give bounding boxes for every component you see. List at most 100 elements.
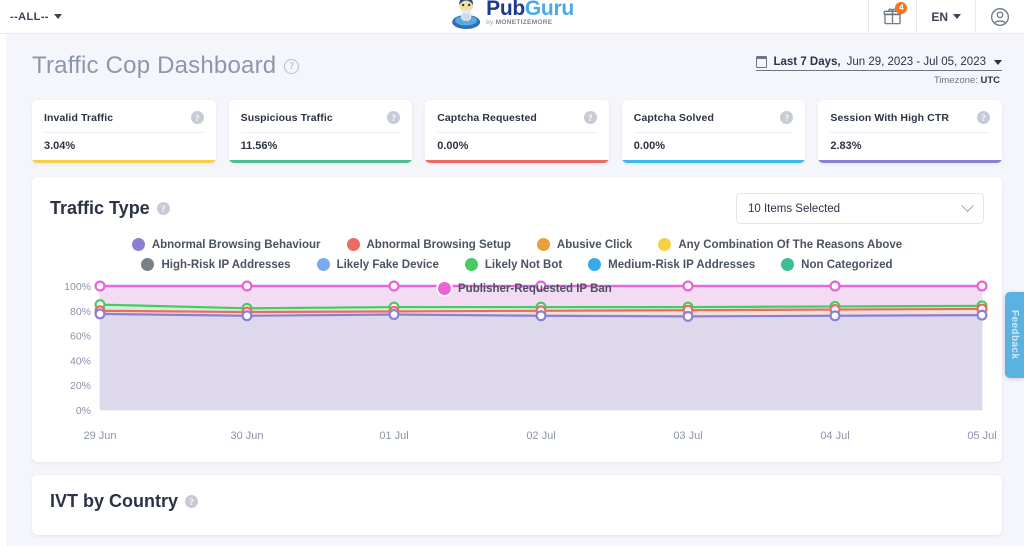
kpi-card-captcha-solved[interactable]: Captcha Solved? 0.00% bbox=[622, 100, 806, 163]
legend-color-dot bbox=[781, 258, 794, 271]
page-scrollbar[interactable] bbox=[0, 34, 6, 546]
kpi-help-icon[interactable]: ? bbox=[780, 111, 793, 124]
chart-legend-row-2: High-Risk IP Addresses Likely Fake Devic… bbox=[50, 258, 984, 271]
brand-title: PubGuru bbox=[486, 0, 574, 19]
legend-label: Abnormal Browsing Behaviour bbox=[152, 239, 321, 251]
legend-item-any-combination-of-the-reasons-above[interactable]: Any Combination Of The Reasons Above bbox=[658, 238, 902, 251]
page-title: Traffic Cop Dashboard ? bbox=[32, 52, 299, 80]
gifts-button[interactable]: 4 bbox=[868, 0, 916, 34]
page-title-help-icon[interactable]: ? bbox=[284, 59, 299, 74]
chart-data-point[interactable] bbox=[978, 311, 987, 320]
chart-data-point[interactable] bbox=[537, 311, 546, 320]
kpi-title: Session With High CTR bbox=[830, 112, 949, 124]
chart-x-tick: 03 Jul bbox=[673, 430, 702, 442]
chart-x-tick: 30 Jun bbox=[230, 430, 263, 442]
chart-y-tick: 40% bbox=[70, 355, 91, 367]
legend-item-abnormal-browsing-setup[interactable]: Abnormal Browsing Setup bbox=[347, 238, 511, 251]
legend-color-dot bbox=[465, 258, 478, 271]
kpi-value: 11.56% bbox=[241, 140, 401, 152]
chart-data-point[interactable] bbox=[684, 312, 693, 321]
kpi-value: 2.83% bbox=[830, 140, 990, 152]
chart-svg: 0%20%40%60%80%100%29 Jun30 Jun01 Jul02 J… bbox=[50, 278, 1000, 446]
divider bbox=[241, 132, 401, 133]
legend-item-non-categorized[interactable]: Non Categorized bbox=[781, 258, 892, 271]
top-bar: --ALL-- PubGuru by MONETIZEMORE bbox=[0, 0, 1024, 34]
ivt-by-country-title-text: IVT by Country bbox=[50, 491, 178, 512]
kpi-accent-bar bbox=[229, 160, 413, 163]
page-title-text: Traffic Cop Dashboard bbox=[32, 52, 276, 80]
chart-y-tick: 0% bbox=[76, 405, 91, 417]
chevron-down-icon bbox=[953, 14, 961, 19]
account-selector-label: --ALL-- bbox=[10, 11, 49, 23]
chevron-down-icon bbox=[994, 60, 1002, 65]
chart-data-point[interactable] bbox=[96, 310, 105, 319]
kpi-card-session-with-high-ctr[interactable]: Session With High CTR? 2.83% bbox=[818, 100, 1002, 163]
legend-label: High-Risk IP Addresses bbox=[161, 259, 290, 271]
chart-legend: Abnormal Browsing Behaviour Abnormal Bro… bbox=[50, 238, 984, 271]
legend-label: Medium-Risk IP Addresses bbox=[608, 259, 755, 271]
legend-color-dot bbox=[317, 258, 330, 271]
legend-item-likely-not-bot[interactable]: Likely Not Bot bbox=[465, 258, 562, 271]
legend-label: Abusive Click bbox=[557, 239, 632, 251]
legend-color-dot bbox=[438, 282, 451, 295]
chart-data-point[interactable] bbox=[831, 282, 840, 291]
kpi-value: 0.00% bbox=[437, 140, 597, 152]
timezone-label: Timezone: bbox=[934, 75, 978, 86]
language-value: EN bbox=[931, 10, 948, 24]
legend-label: Any Combination Of The Reasons Above bbox=[678, 239, 902, 251]
divider bbox=[830, 132, 990, 133]
chart-data-point[interactable] bbox=[96, 282, 105, 291]
feedback-tab[interactable]: Feedback bbox=[1005, 292, 1024, 378]
legend-color-dot bbox=[537, 238, 550, 251]
scrollbar-thumb[interactable] bbox=[1, 279, 5, 359]
legend-item-publisher-requested-ip-ban[interactable]: Publisher-Requested IP Ban bbox=[438, 282, 612, 295]
traffic-type-multiselect-value: 10 Items Selected bbox=[748, 203, 840, 215]
date-range-row[interactable]: Last 7 Days, Jun 29, 2023 - Jul 05, 2023 bbox=[756, 56, 1002, 71]
chart-data-point[interactable] bbox=[390, 310, 399, 319]
kpi-title: Captcha Requested bbox=[437, 112, 537, 124]
user-avatar-icon bbox=[990, 7, 1010, 27]
kpi-value: 3.04% bbox=[44, 140, 204, 152]
chart-x-tick: 29 Jun bbox=[83, 430, 116, 442]
feedback-label: Feedback bbox=[1009, 310, 1020, 359]
chart-x-tick: 04 Jul bbox=[820, 430, 849, 442]
legend-color-dot bbox=[141, 258, 154, 271]
language-selector[interactable]: EN bbox=[916, 0, 975, 34]
chart-data-point[interactable] bbox=[243, 311, 252, 320]
chart-data-point[interactable] bbox=[390, 282, 399, 291]
chart-data-point[interactable] bbox=[684, 282, 693, 291]
chart-x-tick: 02 Jul bbox=[526, 430, 555, 442]
legend-item-likely-fake-device[interactable]: Likely Fake Device bbox=[317, 258, 439, 271]
user-account-button[interactable] bbox=[975, 0, 1024, 34]
legend-item-abnormal-browsing-behaviour[interactable]: Abnormal Browsing Behaviour bbox=[132, 238, 321, 251]
legend-item-medium-risk-ip-addresses[interactable]: Medium-Risk IP Addresses bbox=[588, 258, 755, 271]
chart-data-point[interactable] bbox=[243, 282, 252, 291]
chart-data-point[interactable] bbox=[831, 311, 840, 320]
divider bbox=[437, 132, 597, 133]
date-preset-label: Last 7 Days, bbox=[773, 56, 840, 68]
chart-data-point[interactable] bbox=[978, 282, 987, 291]
date-range-picker[interactable]: Last 7 Days, Jun 29, 2023 - Jul 05, 2023… bbox=[756, 52, 1002, 86]
kpi-help-icon[interactable]: ? bbox=[387, 111, 400, 124]
ivt-by-country-help-icon[interactable]: ? bbox=[185, 495, 198, 508]
brand-pub: Pub bbox=[486, 0, 525, 20]
top-bar-actions: 4 EN bbox=[868, 0, 1024, 34]
kpi-card-captcha-requested[interactable]: Captcha Requested? 0.00% bbox=[425, 100, 609, 163]
brand-logo[interactable]: PubGuru by MONETIZEMORE bbox=[450, 0, 574, 30]
traffic-type-multiselect[interactable]: 10 Items Selected bbox=[736, 193, 984, 224]
legend-item-high-risk-ip-addresses[interactable]: High-Risk IP Addresses bbox=[141, 258, 290, 271]
kpi-card-suspicious-traffic[interactable]: Suspicious Traffic? 11.56% bbox=[229, 100, 413, 163]
brand-by: by bbox=[486, 19, 496, 26]
gift-badge-count: 4 bbox=[895, 2, 907, 14]
chart-x-tick: 05 Jul bbox=[967, 430, 996, 442]
kpi-card-invalid-traffic[interactable]: Invalid Traffic? 3.04% bbox=[32, 100, 216, 163]
traffic-type-help-icon[interactable]: ? bbox=[157, 202, 170, 215]
kpi-value: 0.00% bbox=[634, 140, 794, 152]
kpi-help-icon[interactable]: ? bbox=[191, 111, 204, 124]
chart-legend-row-1: Abnormal Browsing Behaviour Abnormal Bro… bbox=[50, 238, 984, 251]
legend-item-abusive-click[interactable]: Abusive Click bbox=[537, 238, 632, 251]
kpi-help-icon[interactable]: ? bbox=[977, 111, 990, 124]
kpi-help-icon[interactable]: ? bbox=[584, 111, 597, 124]
account-selector[interactable]: --ALL-- bbox=[10, 11, 62, 23]
chart-x-tick: 01 Jul bbox=[379, 430, 408, 442]
